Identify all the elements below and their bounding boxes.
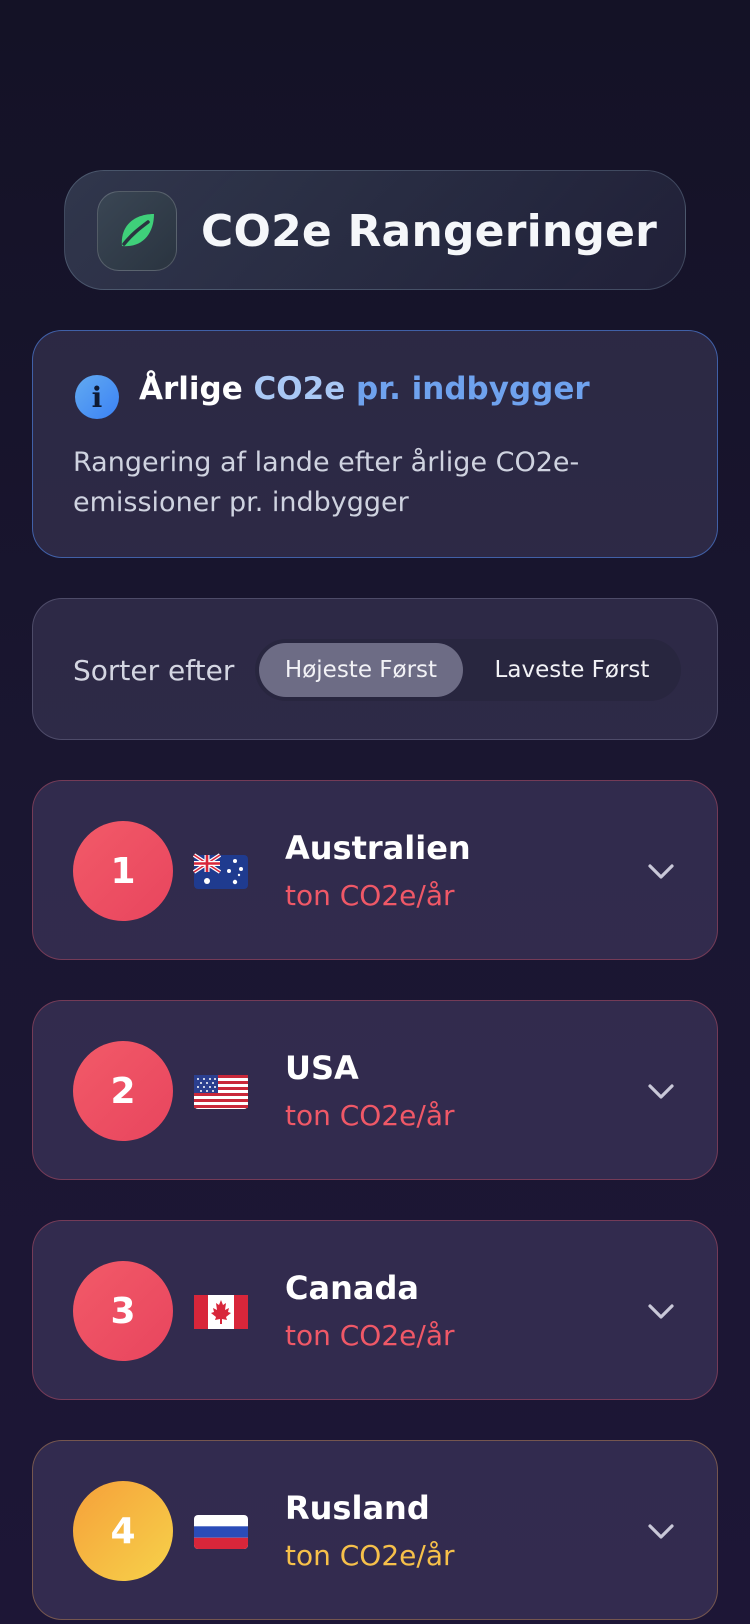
ranking-card-australia[interactable]: 1 Australien ton CO2e/år — [32, 780, 718, 960]
rank-badge: 2 — [73, 1041, 173, 1141]
canada-flag-icon — [194, 1295, 248, 1329]
rank-badge: 1 — [73, 821, 173, 921]
country-name: Australien — [285, 829, 471, 867]
leaf-icon — [121, 214, 154, 247]
ranking-card-canada[interactable]: 3 Canada ton CO2e/år — [32, 1220, 718, 1400]
info-title-part1: Årlige — [139, 371, 254, 407]
country-name: Rusland — [285, 1489, 430, 1527]
info-title-part2: CO2e — [253, 371, 346, 407]
australia-flag-icon — [193, 853, 248, 889]
country-unit: ton CO2e/år — [285, 1539, 455, 1572]
info-title-part3: pr. indbygger — [345, 371, 590, 407]
info-title: Årlige CO2e pr. indbygger — [139, 371, 590, 407]
sort-lowest-first-button[interactable]: Laveste Først — [467, 643, 677, 697]
app-header: CO2e Rangeringer — [64, 170, 686, 290]
rank-badge: 3 — [73, 1261, 173, 1361]
info-icon: i — [75, 375, 119, 419]
country-unit: ton CO2e/år — [285, 879, 455, 912]
info-description: Rangering af lande efter årlige CO2e-emi… — [73, 447, 580, 518]
sort-toggle: Højeste Først Laveste Først — [255, 639, 681, 701]
russia-flag-icon — [194, 1515, 248, 1549]
chevron-down-icon[interactable] — [645, 1515, 677, 1547]
country-unit: ton CO2e/år — [285, 1099, 455, 1132]
ranking-card-russia[interactable]: 4 Rusland ton CO2e/år — [32, 1440, 718, 1620]
chevron-down-icon[interactable] — [645, 855, 677, 887]
usa-flag-icon — [194, 1075, 248, 1109]
rank-badge: 4 — [73, 1481, 173, 1581]
country-name: Canada — [285, 1269, 419, 1307]
sort-label: Sorter efter — [73, 653, 235, 687]
chevron-down-icon[interactable] — [645, 1075, 677, 1107]
country-name: USA — [285, 1049, 359, 1087]
country-unit: ton CO2e/år — [285, 1319, 455, 1352]
sort-highest-first-button[interactable]: Højeste Først — [259, 643, 463, 697]
app-logo — [97, 191, 177, 271]
app-title: CO2e Rangeringer — [201, 205, 658, 257]
chevron-down-icon[interactable] — [645, 1295, 677, 1327]
sort-card: Sorter efter Højeste Først Laveste Først — [32, 598, 718, 740]
info-card: i Årlige CO2e pr. indbygger Rangering af… — [32, 330, 718, 558]
ranking-card-usa[interactable]: 2 USA ton CO2e/år — [32, 1000, 718, 1180]
